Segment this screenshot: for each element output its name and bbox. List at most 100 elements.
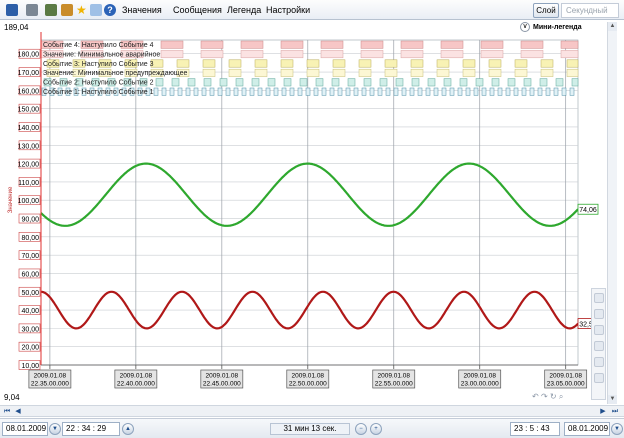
event-block xyxy=(160,50,184,59)
zoom-out-time-icon[interactable]: − xyxy=(355,423,367,435)
event-block xyxy=(187,78,196,87)
event-track-label: Событие 1: Наступило Событие 1 xyxy=(43,88,154,96)
event-block xyxy=(241,87,247,96)
x-tick-time: 22.55.00.000 xyxy=(375,381,413,388)
x-axis: 2009.01.0822.35.00.0002009.01.0822.40.00… xyxy=(28,364,588,389)
start-time-spin-icon[interactable]: ▲ xyxy=(122,423,134,435)
start-time-field[interactable]: 22 : 34 : 29 xyxy=(62,422,120,436)
trend-chart: Событие 4: Наступило Событие 4Значение: … xyxy=(8,32,599,389)
event-block xyxy=(283,78,292,87)
start-date-picker-icon[interactable]: ▼ xyxy=(49,423,61,435)
event-block xyxy=(514,68,528,77)
event-block xyxy=(537,87,543,96)
event-block xyxy=(475,78,484,87)
search-icon[interactable]: ⌕ xyxy=(559,392,563,401)
event-block xyxy=(400,50,424,59)
event-block xyxy=(520,40,544,49)
event-block xyxy=(462,59,476,68)
event-block xyxy=(566,68,579,77)
event-block xyxy=(273,87,279,96)
event-block xyxy=(329,87,335,96)
event-block xyxy=(481,87,487,96)
fit-icon[interactable] xyxy=(594,341,604,351)
event-block xyxy=(358,59,372,68)
scroll-start-icon[interactable]: ⏮ xyxy=(2,407,12,416)
event-block xyxy=(193,87,199,96)
event-block xyxy=(401,87,407,96)
scroll-end-icon[interactable]: ⏭ xyxy=(610,407,620,416)
event-block xyxy=(176,59,190,68)
event-block xyxy=(345,87,351,96)
event-block xyxy=(313,87,319,96)
event-block xyxy=(202,59,216,68)
event-block xyxy=(201,87,207,96)
horizontal-scrollbar[interactable]: ⏮ ◀ ▶ ⏭ xyxy=(0,405,624,417)
cursor-icon[interactable] xyxy=(594,357,604,367)
event-block xyxy=(465,87,471,96)
x-tick-date: 2009.01.08 xyxy=(206,373,239,380)
x-tick-time: 22.45.00.000 xyxy=(203,381,241,388)
x-tick-date: 2009.01.08 xyxy=(34,373,67,380)
undo-icon[interactable]: ↶ xyxy=(532,392,539,401)
x-tick-time: 23.00.00.000 xyxy=(461,381,499,388)
event-block xyxy=(360,40,384,49)
event-block xyxy=(480,40,504,49)
x-tick-time: 22.35.00.000 xyxy=(31,381,69,388)
end-date-field[interactable]: 08.01.2009 xyxy=(564,422,610,436)
event-block xyxy=(228,59,242,68)
event-block xyxy=(507,78,516,87)
event-block xyxy=(410,68,424,77)
event-block xyxy=(363,78,372,87)
event-block xyxy=(523,78,532,87)
x-tick-time: 23.05.00.000 xyxy=(547,381,585,388)
event-block xyxy=(171,78,180,87)
event-block xyxy=(566,59,579,68)
end-date-picker-icon[interactable]: ▼ xyxy=(611,423,623,435)
event-block xyxy=(540,68,554,77)
event-block xyxy=(360,50,384,59)
event-block xyxy=(257,87,263,96)
event-block xyxy=(332,68,346,77)
event-block xyxy=(560,50,579,59)
scroll-left-icon[interactable]: ◀ xyxy=(13,407,23,416)
x-tick-date: 2009.01.08 xyxy=(292,373,325,380)
pan-icon[interactable] xyxy=(594,325,604,335)
scroll-right-icon[interactable]: ▶ xyxy=(598,407,608,416)
y-tick-label: 50,00 xyxy=(21,290,39,297)
event-track-label: Событие 2: Наступило Событие 2 xyxy=(43,79,154,87)
y-tick-label: 100,00 xyxy=(18,198,40,205)
event-block xyxy=(251,78,260,87)
event-block xyxy=(299,78,308,87)
start-date-field[interactable]: 08.01.2009 xyxy=(2,422,48,436)
event-block xyxy=(384,68,398,77)
y-tick-label: 130,00 xyxy=(18,143,40,150)
zoom-in-icon[interactable] xyxy=(594,293,604,303)
event-block xyxy=(315,78,324,87)
event-block xyxy=(219,78,228,87)
event-block xyxy=(353,87,359,96)
event-block xyxy=(400,40,424,49)
event-block xyxy=(520,50,544,59)
scroll-up-icon[interactable]: ▲ xyxy=(608,22,617,31)
event-block xyxy=(280,40,304,49)
x-tick-time: 22.40.00.000 xyxy=(117,381,155,388)
redo-icon[interactable]: ↷ xyxy=(541,392,548,401)
y-tick-label: 180,00 xyxy=(18,52,40,59)
scroll-down-icon[interactable]: ▼ xyxy=(608,395,617,404)
event-block xyxy=(436,68,450,77)
event-block xyxy=(297,87,303,96)
event-block xyxy=(358,68,372,77)
event-block xyxy=(177,87,183,96)
zoom-in-time-icon[interactable]: + xyxy=(370,423,382,435)
vertical-scrollbar[interactable]: ▲ ▼ xyxy=(607,22,617,404)
reset-icon[interactable] xyxy=(594,373,604,383)
event-block xyxy=(529,87,535,96)
duration-display: 31 мин 13 сек. xyxy=(270,423,350,435)
zoom-out-icon[interactable] xyxy=(594,309,604,319)
event-block xyxy=(153,87,159,96)
end-time-field[interactable]: 23 : 5 : 43 xyxy=(510,422,560,436)
event-block xyxy=(545,87,551,96)
y-tick-label: 30,00 xyxy=(21,326,39,333)
refresh-icon[interactable]: ↻ xyxy=(550,392,557,401)
event-block xyxy=(436,59,450,68)
